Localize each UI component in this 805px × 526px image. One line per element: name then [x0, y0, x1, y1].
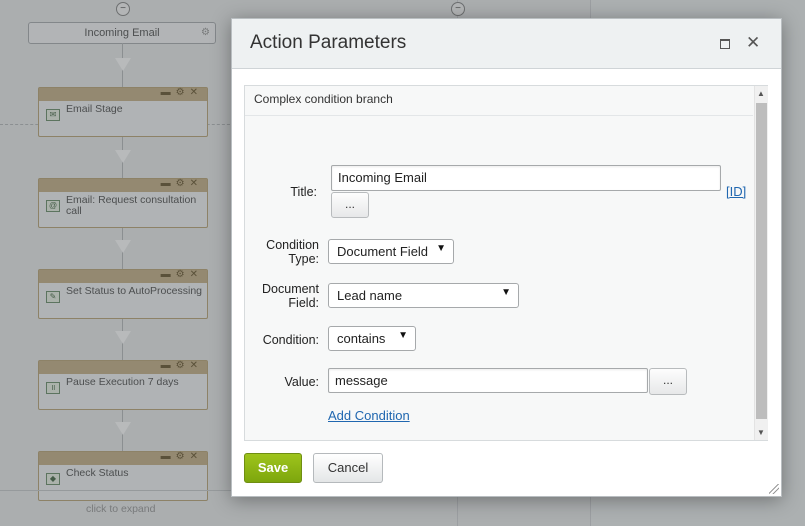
dialog-title: Action Parameters: [250, 32, 407, 53]
document-field-label-line1: Document: [262, 282, 319, 296]
dialog-header[interactable]: Action Parameters ✕: [232, 19, 781, 69]
chevron-down-icon: ▼: [436, 243, 446, 254]
scrollbar-thumb[interactable]: [756, 103, 767, 419]
chevron-down-icon: ▼: [398, 330, 408, 341]
resize-handle-icon[interactable]: [769, 484, 779, 494]
close-icon[interactable]: ✕: [746, 33, 760, 53]
condition-type-label: Condition Type:: [253, 238, 319, 266]
document-field-label: Document Field:: [253, 282, 319, 310]
condition-type-label-line1: Condition: [266, 238, 319, 252]
action-parameters-dialog: Action Parameters ✕ Complex condition br…: [231, 18, 782, 497]
maximize-icon[interactable]: [720, 39, 730, 49]
condition-type-value: Document Field: [337, 244, 429, 259]
title-input[interactable]: Incoming Email: [331, 165, 721, 191]
condition-value: contains: [337, 331, 386, 346]
document-field-value: Lead name: [337, 288, 403, 303]
title-label: Title:: [290, 185, 317, 199]
document-field-select[interactable]: Lead name ▼: [328, 283, 519, 308]
document-field-label-line2: Field:: [288, 296, 319, 310]
divider: [245, 115, 753, 116]
dialog-content: Complex condition branch Title: Incoming…: [244, 85, 768, 441]
condition-select[interactable]: contains ▼: [328, 326, 416, 351]
scroll-down-icon[interactable]: ▼: [757, 428, 765, 437]
save-button[interactable]: Save: [244, 453, 302, 483]
condition-label: Condition:: [262, 333, 319, 347]
cancel-button[interactable]: Cancel: [313, 453, 383, 483]
add-condition-link[interactable]: Add Condition: [328, 408, 410, 423]
value-insert-button[interactable]: ...: [649, 368, 687, 395]
value-label: Value:: [284, 375, 319, 389]
chevron-down-icon: ▼: [501, 287, 511, 298]
value-input[interactable]: message: [328, 368, 648, 393]
branch-label: Complex condition branch: [254, 92, 393, 106]
title-insert-button[interactable]: ...: [331, 192, 369, 218]
condition-type-label-line2: Type:: [288, 252, 319, 266]
id-link[interactable]: [ID]: [726, 184, 746, 199]
vertical-scrollbar[interactable]: ▲ ▼: [754, 86, 768, 440]
condition-type-select[interactable]: Document Field ▼: [328, 239, 454, 264]
scroll-up-icon[interactable]: ▲: [757, 89, 765, 98]
